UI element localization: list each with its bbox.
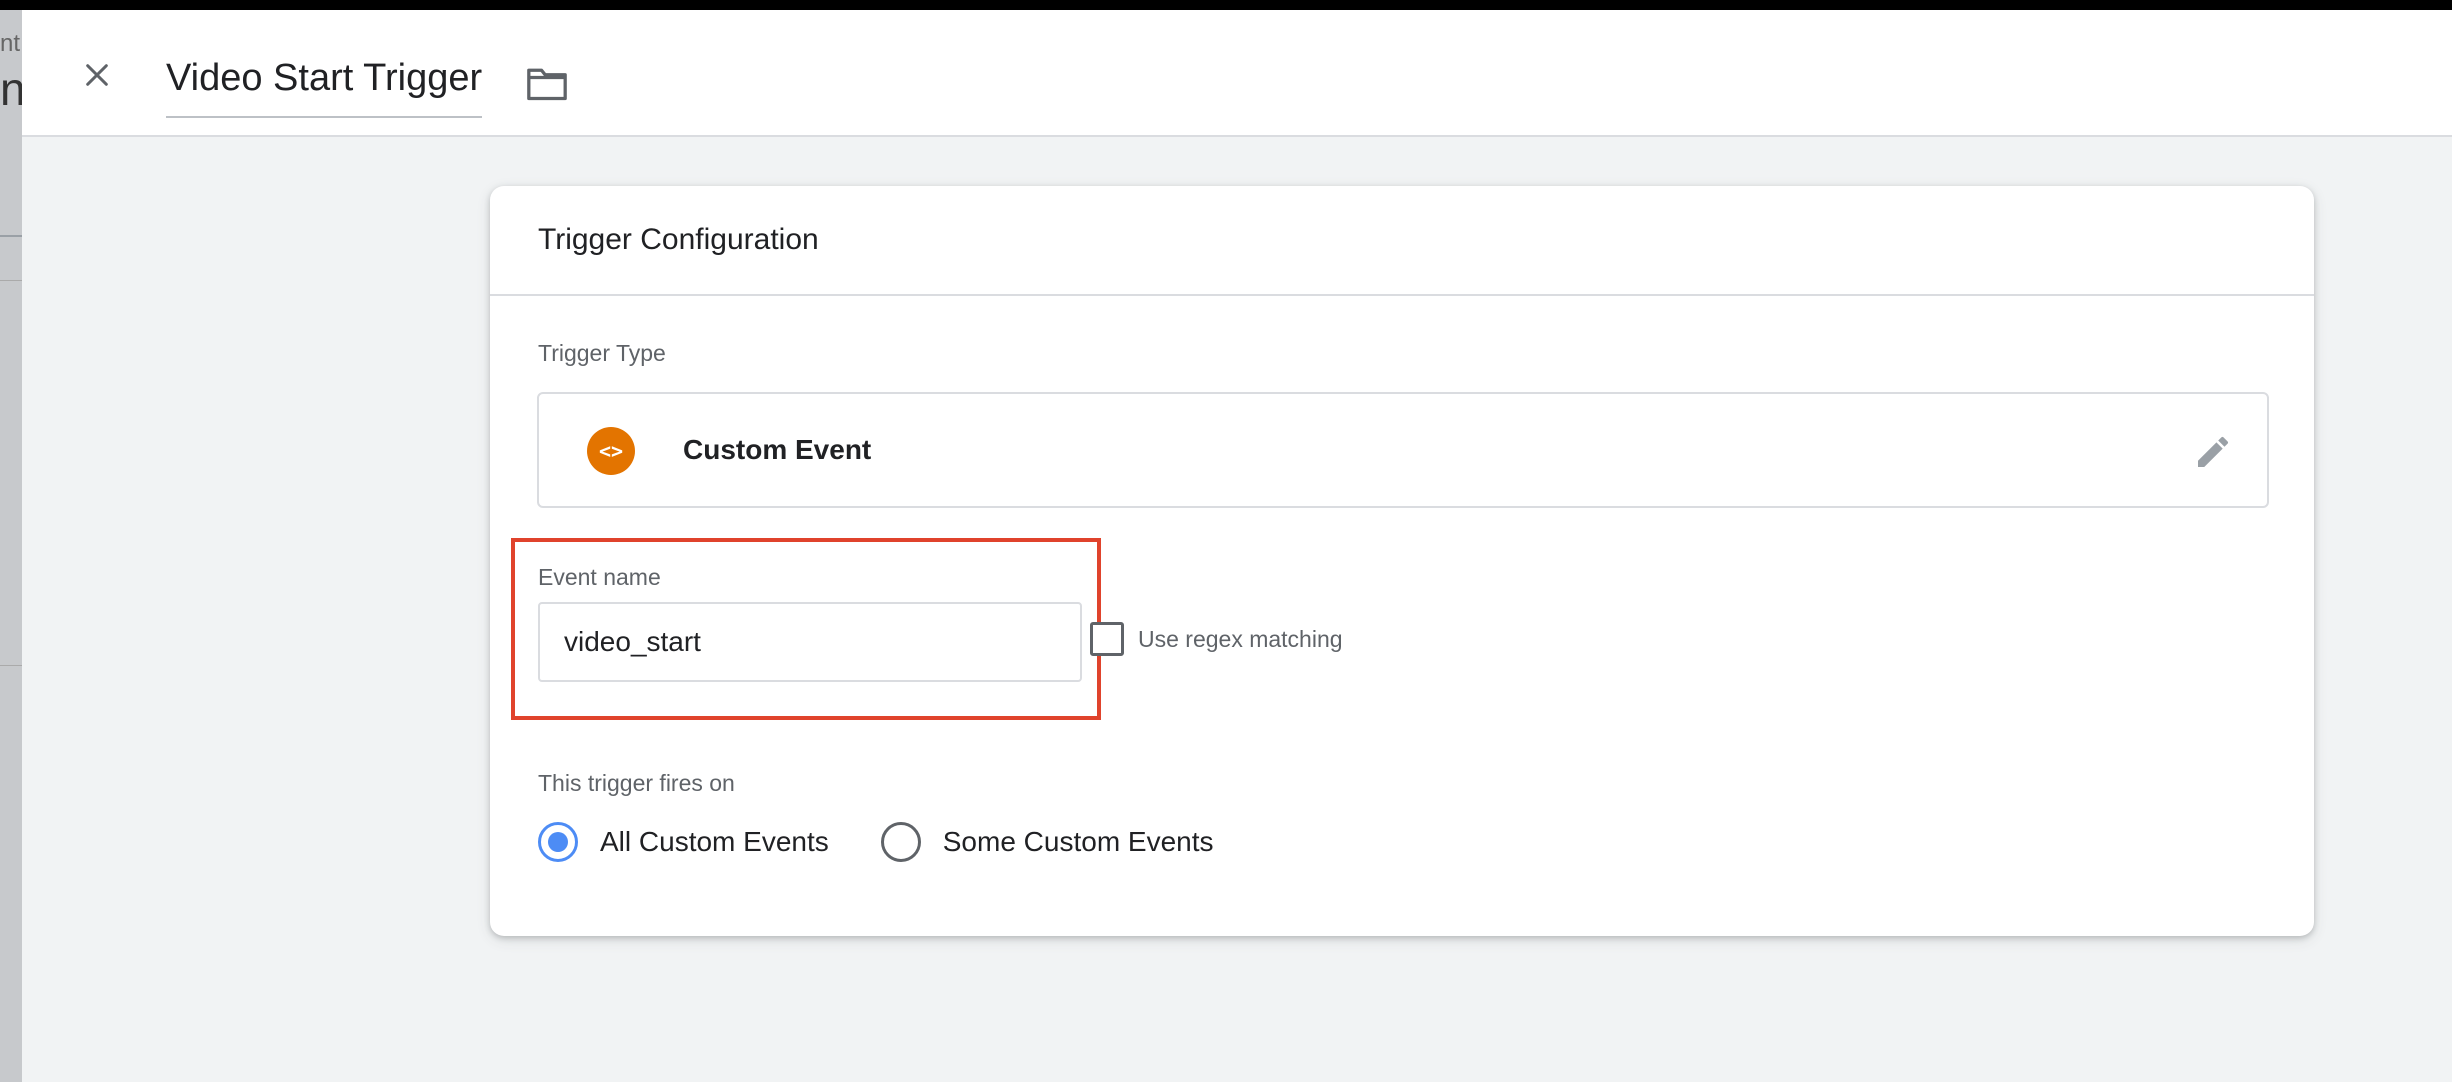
- background-divider: [0, 235, 22, 237]
- card-title: Trigger Configuration: [538, 223, 819, 256]
- card-header: Trigger Configuration: [490, 186, 2314, 296]
- radio-label: Some Custom Events: [942, 826, 1214, 857]
- folder-button[interactable]: [522, 58, 572, 108]
- edit-trigger-type-button[interactable]: [2187, 426, 2239, 478]
- radio-all-custom-events[interactable]: All Custom Events: [538, 822, 829, 862]
- trigger-configuration-card: Trigger Configuration Trigger Type <> Cu…: [490, 186, 2314, 936]
- trigger-type-label: Trigger Type: [538, 340, 666, 366]
- custom-event-icon: <>: [587, 427, 635, 475]
- trigger-type-selector[interactable]: <> Custom Event: [537, 392, 2269, 508]
- background-divider: [0, 280, 22, 281]
- folder-icon: [527, 68, 567, 101]
- radio-button[interactable]: [880, 822, 921, 862]
- regex-matching-option[interactable]: Use regex matching: [1090, 622, 1343, 656]
- event-name-label: Event name: [538, 564, 661, 590]
- top-black-bar: [0, 0, 2452, 10]
- close-icon: [86, 64, 108, 86]
- background-page-strip: nt nt: [0, 10, 22, 1082]
- fires-on-radio-group: All Custom Events Some Custom Events: [538, 822, 1266, 862]
- pencil-icon: [2198, 436, 2229, 467]
- fires-on-label: This trigger fires on: [538, 770, 735, 796]
- close-button[interactable]: [72, 50, 122, 100]
- radio-some-custom-events[interactable]: Some Custom Events: [880, 822, 1214, 862]
- background-divider: [0, 665, 22, 666]
- radio-label: All Custom Events: [600, 826, 829, 857]
- trigger-editor-header: Video Start Trigger: [22, 10, 2452, 137]
- background-text-fragment-bottom: nt: [0, 63, 22, 115]
- trigger-name-field[interactable]: Video Start Trigger: [166, 50, 483, 118]
- event-name-input[interactable]: [538, 602, 1082, 682]
- trigger-type-name: Custom Event: [683, 434, 872, 465]
- regex-checkbox[interactable]: [1090, 622, 1124, 656]
- background-text-fragment-top: nt: [0, 30, 21, 57]
- regex-label: Use regex matching: [1138, 625, 1343, 652]
- trigger-name: Video Start Trigger: [166, 57, 483, 99]
- radio-button-selected[interactable]: [538, 822, 578, 862]
